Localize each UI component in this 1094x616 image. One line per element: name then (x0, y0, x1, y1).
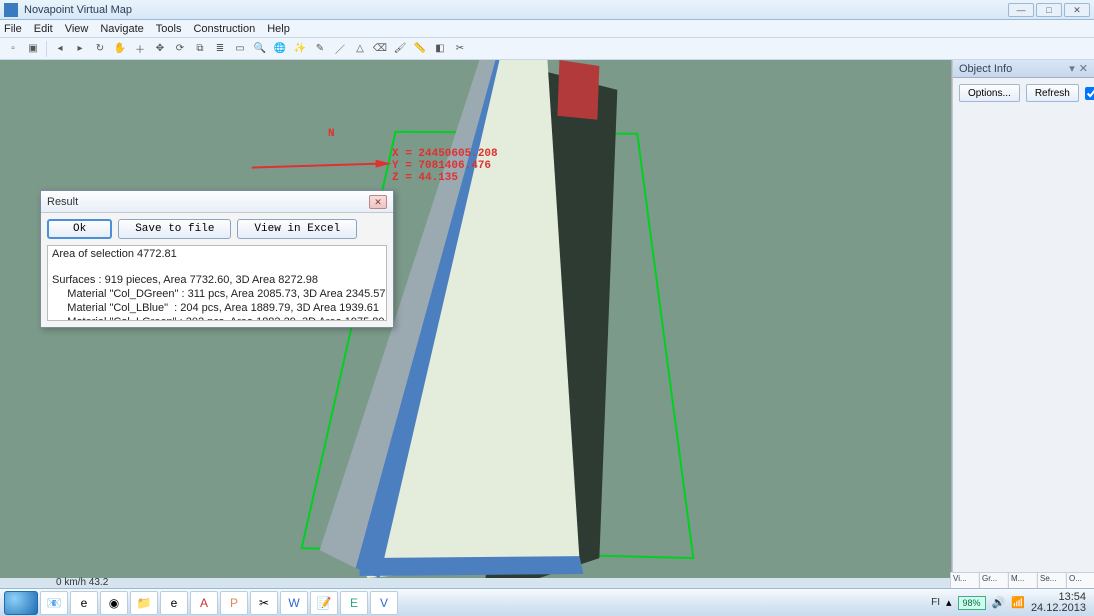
start-button[interactable] (4, 591, 38, 615)
taskbar: 📧 e ◉ 📁 e A P ✂ W 📝 E V FI ▴ 98% 🔊 📶 13:… (0, 588, 1094, 616)
plus-icon[interactable]: ＋ (131, 40, 149, 58)
poly-icon[interactable]: △ (351, 40, 369, 58)
app-icon (4, 3, 18, 17)
object-info-title: Object Info ▾ ✕ (953, 60, 1094, 78)
panel-close-icon[interactable]: ✕ (1079, 62, 1088, 75)
forward-icon[interactable]: ▸ (71, 40, 89, 58)
task-novapoint-icon[interactable]: V (370, 591, 398, 615)
maximize-button[interactable]: □ (1036, 3, 1062, 17)
menu-construction[interactable]: Construction (193, 23, 255, 35)
erase-icon[interactable]: ⌫ (371, 40, 389, 58)
select-icon[interactable]: ▭ (231, 40, 249, 58)
clock[interactable]: 13:54 24.12.2013 (1031, 592, 1086, 614)
menu-file[interactable]: File (4, 23, 22, 35)
wand-icon[interactable]: ✨ (291, 40, 309, 58)
task-explorer-icon[interactable]: 📁 (130, 591, 158, 615)
dialog-close-button[interactable]: ✕ (369, 195, 387, 209)
highlight-check-input[interactable] (1085, 87, 1094, 100)
menu-help[interactable]: Help (267, 23, 290, 35)
coord-x: X = 24450605.208 (392, 148, 498, 160)
mini-tab-2[interactable]: M... (1008, 573, 1036, 588)
window-title: Novapoint Virtual Map (24, 4, 132, 16)
task-outlook-icon[interactable]: 📧 (40, 591, 68, 615)
menu-tools[interactable]: Tools (156, 23, 182, 35)
task-ppt-icon[interactable]: P (220, 591, 248, 615)
brush-icon[interactable]: 🖌 (391, 40, 409, 58)
coord-y: Y = 7081406.476 (392, 160, 491, 172)
status-line: 0 km/h 43.2 (56, 577, 108, 588)
world-icon[interactable]: 🌐 (271, 40, 289, 58)
menu-view[interactable]: View (65, 23, 89, 35)
rotate-icon[interactable]: ⟳ (171, 40, 189, 58)
system-tray: FI ▴ 98% 🔊 📶 13:54 24.12.2013 (931, 592, 1090, 614)
task-word-icon[interactable]: W (280, 591, 308, 615)
measure-icon[interactable]: 📏 (411, 40, 429, 58)
clock-time: 13:54 (1031, 592, 1086, 603)
menu-navigate[interactable]: Navigate (100, 23, 143, 35)
title-bar: Novapoint Virtual Map — □ ✕ (0, 0, 1094, 20)
task-chrome-icon[interactable]: ◉ (100, 591, 128, 615)
task-snip-icon[interactable]: ✂ (250, 591, 278, 615)
mini-tab-3[interactable]: Se... (1037, 573, 1065, 588)
mini-tabs: Vi... Gr... M... Se... O... (950, 572, 1094, 588)
separator (46, 41, 47, 57)
dup-icon[interactable]: ⧉ (191, 40, 209, 58)
refresh-button[interactable]: Refresh (1026, 84, 1079, 102)
pencil-icon[interactable]: ✎ (311, 40, 329, 58)
task-pdf-icon[interactable]: A (190, 591, 218, 615)
lang-indicator[interactable]: FI (931, 597, 940, 608)
task-ie-icon[interactable]: e (70, 591, 98, 615)
hand-icon[interactable]: ✋ (111, 40, 129, 58)
cut-icon[interactable]: ✂ (451, 40, 469, 58)
tray-flag-icon[interactable]: ▴ (946, 596, 952, 609)
line-icon[interactable]: ／ (331, 40, 349, 58)
object-info-label: Object Info (959, 63, 1012, 75)
minimize-button[interactable]: — (1008, 3, 1034, 17)
tray-wifi-icon[interactable]: 📶 (1011, 596, 1025, 609)
view-in-excel-button[interactable]: View in Excel (237, 219, 357, 239)
result-dialog: Result ✕ Ok Save to file View in Excel A… (40, 190, 394, 328)
task-ie2-icon[interactable]: e (160, 591, 188, 615)
close-button[interactable]: ✕ (1064, 3, 1090, 17)
result-text[interactable]: Area of selection 4772.81 Surfaces : 919… (47, 245, 387, 321)
menu-bar: File Edit View Navigate Tools Constructi… (0, 20, 1094, 38)
coord-z: Z = 44.135 (392, 172, 458, 184)
new-icon[interactable]: ▫ (4, 40, 22, 58)
north-label: N (328, 128, 335, 140)
save-to-file-button[interactable]: Save to file (118, 219, 231, 239)
layers-icon[interactable]: ≣ (211, 40, 229, 58)
ok-button[interactable]: Ok (47, 219, 112, 239)
open-icon[interactable]: ▣ (24, 40, 42, 58)
menu-edit[interactable]: Edit (34, 23, 53, 35)
battery-indicator[interactable]: 98% (958, 596, 986, 610)
highlight-checkbox[interactable]: Highligt (1085, 87, 1094, 100)
task-excel-icon[interactable]: E (340, 591, 368, 615)
mini-tab-4[interactable]: O... (1066, 573, 1094, 588)
mini-tab-1[interactable]: Gr... (979, 573, 1007, 588)
task-note-icon[interactable]: 📝 (310, 591, 338, 615)
clock-date: 24.12.2013 (1031, 603, 1086, 614)
panel-pin-icon[interactable]: ▾ (1069, 62, 1075, 75)
search-icon[interactable]: 🔍 (251, 40, 269, 58)
refresh-icon[interactable]: ↻ (91, 40, 109, 58)
mini-tab-0[interactable]: Vi... (950, 573, 978, 588)
move-icon[interactable]: ✥ (151, 40, 169, 58)
result-title: Result (47, 196, 78, 208)
volume-icon[interactable]: ◧ (431, 40, 449, 58)
object-info-panel: Object Info ▾ ✕ Options... Refresh Highli… (952, 60, 1094, 578)
options-button[interactable]: Options... (959, 84, 1020, 102)
result-title-bar[interactable]: Result ✕ (41, 191, 393, 213)
back-icon[interactable]: ◂ (51, 40, 69, 58)
toolbar: ▫ ▣ ◂ ▸ ↻ ✋ ＋ ✥ ⟳ ⧉ ≣ ▭ 🔍 🌐 ✨ ✎ ／ △ ⌫ 🖌 … (0, 38, 1094, 60)
tray-net-icon[interactable]: 🔊 (992, 596, 1006, 609)
